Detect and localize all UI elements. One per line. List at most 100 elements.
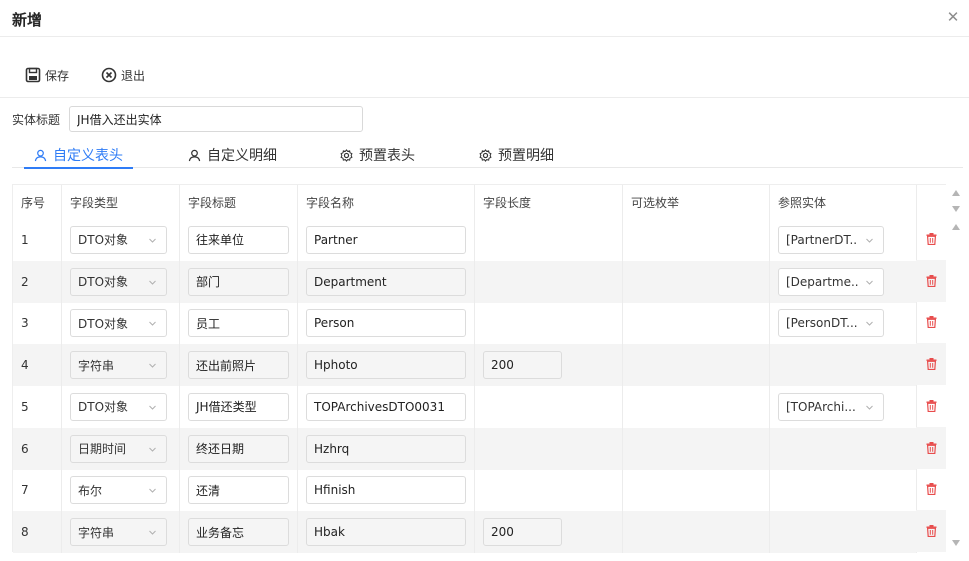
field-type-value: 字符串 — [78, 525, 115, 540]
delete-row-button[interactable] — [916, 426, 946, 469]
field-label-value: 员工 — [196, 316, 221, 331]
field-type-value: 日期时间 — [78, 442, 127, 457]
delete-row-button[interactable] — [916, 302, 946, 344]
field-type-select[interactable]: DTO对象 — [70, 392, 167, 421]
field-type-select[interactable]: DTO对象 — [70, 309, 167, 338]
ref-entity-select[interactable]: [TOPArchi... — [778, 392, 884, 421]
field-name-input[interactable]: Person — [306, 309, 466, 338]
delete-row-button[interactable] — [916, 469, 946, 511]
delete-row-button[interactable] — [916, 343, 946, 385]
trash-icon — [926, 525, 936, 538]
field-label-cell: 业务备忘 — [180, 511, 298, 553]
field-type-select[interactable]: 字符串 — [70, 518, 167, 547]
tab-2[interactable]: 预置表头 — [340, 142, 415, 168]
field-type-cell: 字符串 — [62, 511, 180, 553]
field-label-input[interactable]: 终还日期 — [188, 434, 289, 463]
field-name-input[interactable]: Hbak — [306, 518, 466, 547]
field-type-cell: 日期时间 — [62, 427, 180, 470]
field-name-input[interactable]: TOPArchivesDTO0031 — [306, 392, 466, 421]
row-index: 1 — [21, 232, 29, 247]
field-label-input[interactable]: 业务备忘 — [188, 518, 289, 547]
field-type-select[interactable]: DTO对象 — [70, 225, 167, 254]
row-index-cell: 3 — [13, 302, 62, 345]
exit-button[interactable]: 退出 — [101, 66, 145, 84]
field-label-value: 业务备忘 — [196, 525, 245, 540]
field-length-cell: 200 — [475, 344, 623, 386]
field-type-select[interactable]: 布尔 — [70, 476, 167, 505]
scroll-up-icon[interactable] — [952, 190, 960, 196]
trash-icon — [926, 399, 936, 412]
field-label-input[interactable]: 还清 — [188, 476, 289, 505]
column-header: 字段名称 — [298, 185, 475, 219]
field-label-input[interactable]: 往来单位 — [188, 225, 289, 254]
field-label-input[interactable]: 还出前照片 — [188, 351, 289, 380]
column-header: 字段标题 — [180, 185, 298, 219]
close-icon[interactable]: ✕ — [945, 9, 961, 25]
ref-entity-select[interactable]: [PersonDT... — [778, 309, 884, 338]
tab-label: 预置明细 — [498, 148, 554, 164]
field-name-value: Hfinish — [314, 483, 356, 498]
chevron-down-icon — [149, 280, 156, 285]
field-name-cell: Department — [298, 260, 475, 303]
field-type-cell: DTO对象 — [62, 260, 180, 303]
field-length-input[interactable]: 200 — [483, 518, 562, 547]
toolbar: 保存 退出 — [0, 58, 969, 98]
field-name-cell: Hfinish — [298, 469, 475, 512]
field-label-input[interactable]: 部门 — [188, 267, 289, 296]
delete-row-button[interactable] — [916, 510, 946, 552]
field-name-input[interactable]: Hphoto — [306, 351, 466, 380]
chevron-down-icon — [866, 405, 873, 410]
delete-row-button[interactable] — [916, 218, 946, 260]
table-header-row: 序号 字段类型 字段标题 字段名称 字段长度 可选枚举 参照实体 — [13, 185, 917, 219]
field-name-input[interactable]: Hzhrq — [306, 434, 466, 463]
field-name-input[interactable]: Partner — [306, 225, 466, 254]
exit-label: 退出 — [121, 68, 146, 83]
scroll-down-icon[interactable] — [952, 540, 960, 546]
field-label-input[interactable]: 员工 — [188, 309, 289, 338]
row-index: 2 — [21, 274, 29, 289]
field-label-input[interactable]: JH借还类型 — [188, 392, 289, 421]
column-header-label: 序号 — [21, 195, 46, 210]
chevron-down-icon — [866, 238, 873, 243]
field-name-value: Hzhrq — [314, 441, 350, 456]
field-ref-cell — [770, 469, 917, 512]
delete-row-button[interactable] — [916, 259, 946, 302]
save-button[interactable]: 保存 — [25, 66, 69, 84]
field-type-value: 字符串 — [78, 358, 115, 373]
field-type-select[interactable]: 字符串 — [70, 351, 167, 380]
ref-entity-select[interactable]: [PartnerDT... — [778, 225, 884, 254]
delete-row-button[interactable] — [916, 385, 946, 427]
field-length-cell — [475, 219, 623, 261]
field-length-value: 200 — [491, 358, 514, 373]
tab-1[interactable]: 自定义明细 — [188, 142, 277, 168]
field-name-input[interactable]: Department — [306, 267, 466, 296]
tab-label: 自定义表头 — [53, 148, 123, 164]
field-length-cell — [475, 427, 623, 470]
ref-entity-value: [TOPArchi... — [786, 399, 856, 414]
trash-icon — [926, 358, 936, 371]
field-type-cell: DTO对象 — [62, 302, 180, 345]
row-index: 3 — [21, 316, 29, 331]
column-header: 字段长度 — [475, 185, 623, 219]
ref-entity-select[interactable]: [Departme... — [778, 267, 884, 296]
field-label-value: 往来单位 — [196, 233, 245, 248]
entity-title-row: 实体标题 — [12, 106, 364, 132]
field-length-input[interactable]: 200 — [483, 351, 562, 380]
tab-3[interactable]: 预置明细 — [479, 142, 554, 168]
field-type-select[interactable]: 日期时间 — [70, 434, 167, 463]
vertical-scrollbar[interactable] — [946, 184, 966, 552]
field-label-cell: 往来单位 — [180, 219, 298, 261]
scroll-down-icon[interactable] — [952, 206, 960, 212]
field-type-select[interactable]: DTO对象 — [70, 267, 167, 296]
field-type-value: DTO对象 — [78, 316, 129, 331]
chevron-down-icon — [149, 530, 156, 535]
table-row: 2 DTO对象 部门 Department [Departme... — [13, 260, 917, 303]
field-label-cell: 终还日期 — [180, 427, 298, 470]
field-type-value: DTO对象 — [78, 400, 129, 415]
field-name-input[interactable]: Hfinish — [306, 476, 466, 505]
entity-title-input[interactable] — [69, 106, 364, 132]
field-enum-cell — [623, 219, 770, 261]
trash-icon — [926, 274, 936, 287]
scroll-up-icon[interactable] — [952, 224, 960, 230]
tab-0[interactable]: 自定义表头 — [24, 142, 133, 169]
